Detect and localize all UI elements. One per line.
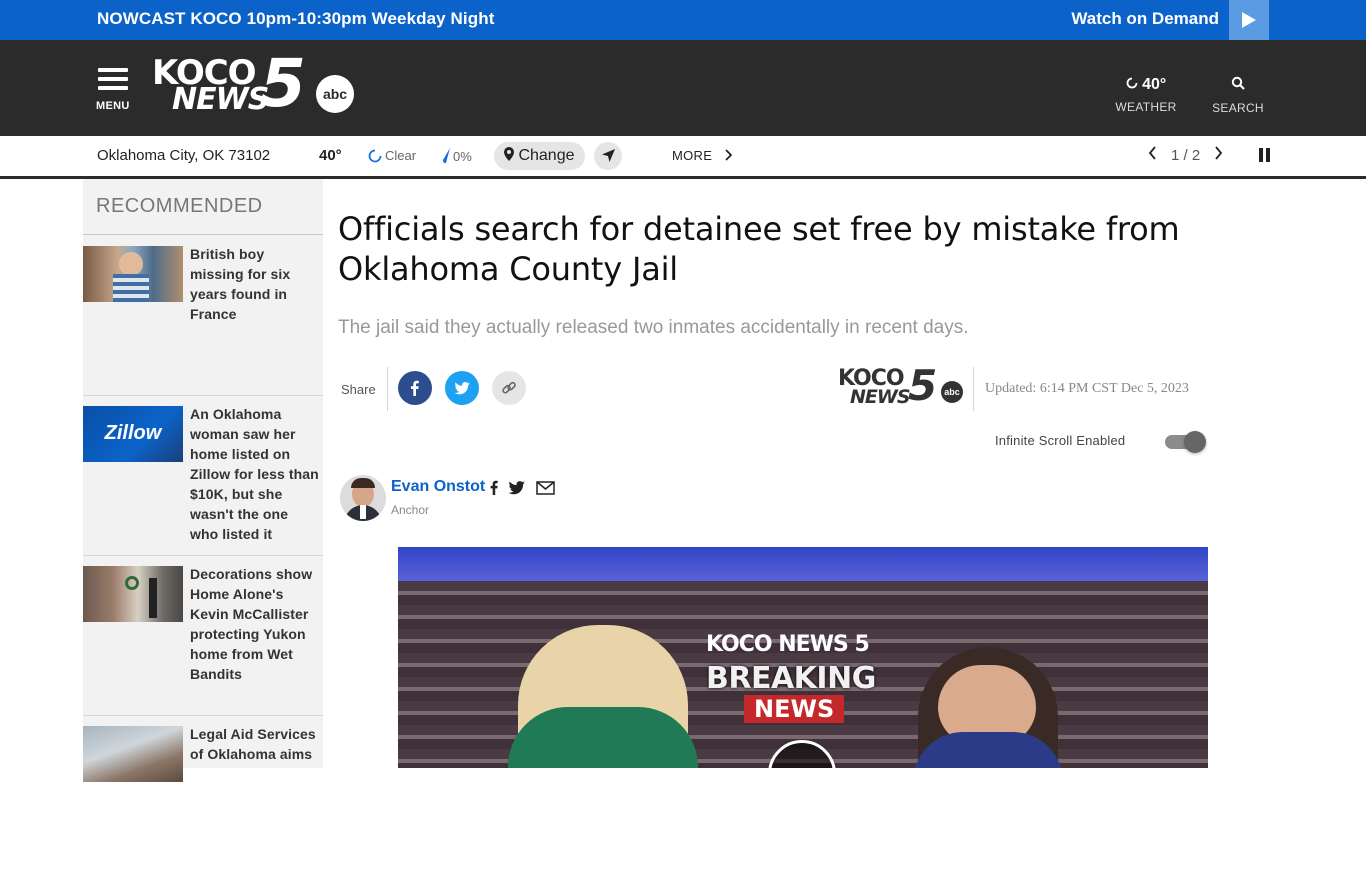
logo-news: NEWS	[172, 82, 269, 117]
share-facebook-button[interactable]	[398, 371, 432, 405]
menu-icon	[98, 68, 128, 72]
author-social-icons	[490, 480, 561, 500]
breaking-news-graphic: KOCO NEWS 5 BREAKING NEWS	[706, 632, 876, 723]
video-brand-breaking: BREAKING	[706, 661, 876, 696]
weather-strip: Oklahoma City, OK 73102 40° Clear 0% Cha…	[0, 136, 1366, 179]
facebook-icon[interactable]	[490, 480, 498, 500]
video-player[interactable]: KOCO NEWS 5 BREAKING NEWS	[398, 547, 1208, 768]
video-brand-news: NEWS	[744, 695, 845, 723]
recommended-thumbnail[interactable]	[83, 566, 183, 622]
weather-location: Oklahoma City, OK 73102	[97, 147, 271, 164]
site-header: MENU KOCO NEWS 5 abc 40° WEATHER SEARCH	[0, 40, 1366, 136]
recommended-sidebar: RECOMMENDED British boy missing for six …	[83, 179, 323, 782]
author-role: Anchor	[391, 503, 430, 517]
chevron-right-icon	[725, 149, 733, 161]
menu-button[interactable]: MENU	[96, 68, 132, 114]
recommended-thumbnail[interactable]: Zillow	[83, 406, 183, 462]
updated-timestamp: Updated: 6:14 PM CST Dec 5, 2023	[985, 381, 1189, 396]
copy-link-button[interactable]	[492, 371, 526, 405]
video-brand-koco: KOCO NEWS 5	[706, 632, 870, 657]
author-name[interactable]: Evan Onstot	[391, 478, 485, 496]
weather-condition: Clear	[368, 148, 416, 163]
change-location-label: Change	[518, 147, 575, 164]
change-location-button[interactable]: Change	[494, 142, 585, 170]
zillow-thumb-text: Zillow	[104, 422, 162, 444]
koco-logo[interactable]: KOCO NEWS 5 abc	[152, 51, 357, 122]
recommended-thumbnail[interactable]	[83, 246, 183, 302]
search-icon	[1231, 76, 1245, 90]
logo-abc: abc	[316, 75, 354, 113]
article-dek: The jail said they actually released two…	[338, 317, 969, 338]
infinite-scroll-toggle[interactable]	[1165, 431, 1207, 453]
twitter-icon	[454, 382, 470, 395]
recommended-headline[interactable]: British boy missing for six years found …	[190, 244, 320, 324]
location-arrow-icon	[602, 149, 615, 162]
weather-precip: 0%	[441, 148, 472, 164]
weather-temp: 40°	[319, 147, 342, 164]
play-icon[interactable]	[1229, 0, 1269, 40]
recommended-item[interactable]: Legal Aid Services of Oklahoma aims	[83, 716, 323, 876]
recommended-title: RECOMMENDED	[96, 195, 263, 217]
article-headline: Officials search for detainee set free b…	[338, 210, 1180, 288]
promo-bar: NOWCAST KOCO 10pm-10:30pm Weekday Night …	[0, 0, 1366, 40]
pager-count: 1 / 2	[1171, 147, 1201, 164]
divider	[973, 367, 974, 411]
divider	[387, 367, 388, 411]
divider	[83, 234, 323, 235]
weather-precip-value: 0%	[453, 149, 472, 164]
raindrop-icon	[442, 148, 450, 164]
pause-icon[interactable]	[1259, 148, 1273, 164]
header-search-button[interactable]: SEARCH	[1208, 76, 1268, 115]
weather-more-button[interactable]: MORE	[672, 148, 733, 163]
weather-more-label: MORE	[672, 148, 713, 163]
author-avatar[interactable]	[340, 475, 386, 521]
promo-live-text[interactable]: NOWCAST KOCO 10pm-10:30pm Weekday Night	[97, 9, 495, 29]
share-label: Share	[341, 382, 376, 397]
map-pin-icon	[504, 147, 514, 161]
header-weather-button[interactable]: 40° WEATHER	[1110, 76, 1182, 114]
small-logo-news: NEWS	[850, 386, 911, 408]
infinite-scroll-label: Infinite Scroll Enabled	[995, 433, 1126, 448]
weather-pager: 1 / 2	[1148, 146, 1223, 164]
header-search-label: SEARCH	[1212, 101, 1264, 115]
recommended-headline[interactable]: Legal Aid Services of Oklahoma aims	[190, 724, 320, 764]
chevron-left-icon[interactable]	[1148, 146, 1157, 160]
koco-small-logo: KOCO NEWS 5 abc	[838, 365, 964, 409]
facebook-icon	[411, 380, 419, 396]
small-logo-five: 5	[908, 361, 938, 410]
recommended-item[interactable]: British boy missing for six years found …	[83, 236, 323, 396]
link-icon	[502, 381, 516, 394]
weather-condition-label: Clear	[385, 148, 417, 163]
menu-label: MENU	[96, 100, 130, 112]
clear-night-icon	[368, 149, 382, 163]
watch-on-demand-link[interactable]: Watch on Demand	[1071, 9, 1219, 29]
header-weather-label: WEATHER	[1115, 100, 1177, 114]
recommended-item[interactable]: Zillow An Oklahoma woman saw her home li…	[83, 396, 323, 556]
header-weather-temp: 40°	[1142, 76, 1167, 93]
small-logo-abc: abc	[941, 381, 963, 403]
locate-me-button[interactable]	[594, 142, 622, 170]
author-byline: Evan Onstot Anchor	[338, 475, 738, 525]
recommended-item[interactable]: Decorations show Home Alone's Kevin McCa…	[83, 556, 323, 716]
share-twitter-button[interactable]	[445, 371, 479, 405]
recommended-thumbnail[interactable]	[83, 726, 183, 782]
logo-five: 5	[260, 45, 306, 122]
twitter-icon[interactable]	[508, 480, 526, 500]
chevron-right-icon[interactable]	[1214, 146, 1223, 160]
share-row: Share KOCO NEWS 5 abc Updated: 6:14 PM C…	[338, 365, 1208, 411]
email-icon[interactable]	[536, 480, 555, 500]
recommended-headline[interactable]: An Oklahoma woman saw her home listed on…	[190, 404, 320, 544]
clear-night-icon	[1126, 77, 1138, 89]
recommended-headline[interactable]: Decorations show Home Alone's Kevin McCa…	[190, 564, 320, 684]
